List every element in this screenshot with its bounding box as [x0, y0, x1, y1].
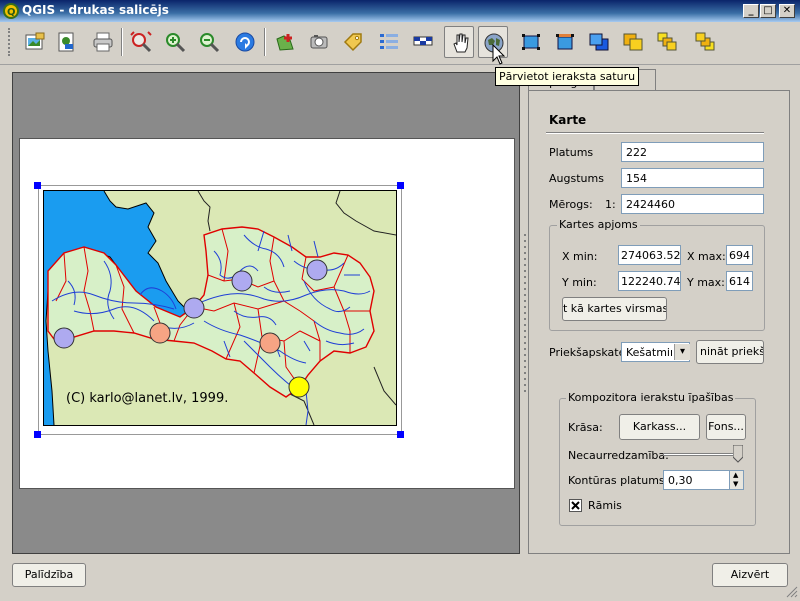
map-item[interactable]: (C) karlo@lanet.lv, 1999. — [43, 190, 397, 426]
frame-color-button[interactable]: Karkass... — [619, 414, 700, 440]
panel-heading: Karte — [549, 113, 587, 127]
raise-button[interactable] — [584, 26, 614, 58]
toolbar-grip[interactable] — [8, 28, 14, 56]
select-move-button[interactable] — [444, 26, 474, 58]
scale-label: Mērogs: — [549, 198, 593, 211]
map-symbol — [306, 259, 328, 281]
opacity-label: Necaurredzamība: — [568, 449, 669, 462]
map-symbol — [259, 332, 281, 354]
ymin-field[interactable]: 122240.740 — [618, 271, 681, 291]
spin-down-icon[interactable]: ▼ — [733, 480, 738, 488]
outline-width-field[interactable]: 0,30 — [663, 470, 730, 490]
map-symbol — [53, 327, 75, 349]
add-scalebar-button[interactable] — [408, 26, 438, 58]
chevron-down-icon[interactable]: ▾ — [674, 344, 690, 360]
xmin-field[interactable]: 274063.525 — [618, 245, 681, 265]
frame-checkbox[interactable] — [569, 499, 582, 512]
selection-handle[interactable] — [34, 182, 41, 189]
outline-width-label: Kontūras platums — [568, 474, 665, 487]
preview-select[interactable]: Kešatmiņ ▾ — [621, 342, 690, 362]
map-symbol — [288, 376, 310, 398]
xmax-field[interactable]: 694 — [726, 245, 753, 265]
lower-button[interactable] — [618, 26, 648, 58]
scale-prefix: 1: — [605, 198, 616, 211]
title-bar: Q QGIS - drukas salicējs _ □ ✕ — [0, 0, 800, 22]
latvia-map — [44, 191, 396, 425]
map-symbol — [183, 297, 205, 319]
selection-handle[interactable] — [34, 431, 41, 438]
export-image-button[interactable] — [20, 26, 50, 58]
height-field[interactable]: 154 — [621, 168, 764, 188]
add-map-button[interactable] — [270, 26, 300, 58]
move-bottom-button[interactable] — [690, 26, 720, 58]
selection-handle[interactable] — [397, 182, 404, 189]
spin-up-icon[interactable]: ▲ — [733, 471, 738, 479]
add-image-button[interactable] — [304, 26, 334, 58]
maximize-button[interactable]: □ — [760, 4, 776, 18]
panel-splitter[interactable] — [523, 74, 527, 554]
zoom-in-button[interactable] — [160, 26, 190, 58]
xmax-label: X max: — [687, 250, 726, 263]
background-color-button[interactable]: Fons... — [706, 414, 746, 440]
group-button[interactable] — [516, 26, 546, 58]
map-copyright-label: (C) karlo@lanet.lv, 1999. — [66, 391, 229, 406]
map-symbol — [231, 270, 253, 292]
add-label-button[interactable] — [338, 26, 368, 58]
heading-divider — [546, 132, 764, 134]
zoom-full-button[interactable] — [126, 26, 156, 58]
width-field[interactable]: 222 — [621, 142, 764, 162]
refresh-button[interactable] — [230, 26, 260, 58]
selection-handle[interactable] — [397, 431, 404, 438]
frame-checkbox-label: Rāmis — [588, 499, 622, 512]
minimize-button[interactable]: _ — [743, 4, 759, 18]
checkmark-icon — [571, 501, 580, 510]
opacity-slider-track[interactable] — [663, 453, 743, 456]
toolbar-separator — [264, 28, 266, 56]
width-label: Platums — [549, 146, 594, 159]
scale-field[interactable]: 2424460 — [621, 194, 764, 214]
ungroup-button[interactable] — [550, 26, 580, 58]
height-label: Augstums — [549, 172, 604, 185]
map-symbol — [149, 322, 171, 344]
extent-group-title: Kartes apjoms — [557, 218, 640, 231]
update-preview-button[interactable]: nināt priekšap — [696, 340, 764, 364]
export-svg-button[interactable] — [52, 26, 82, 58]
svg-text:Q: Q — [7, 7, 16, 18]
toolbar — [0, 22, 800, 65]
qgis-logo-icon: Q — [3, 3, 19, 19]
opacity-slider-handle[interactable] — [732, 444, 744, 463]
tooltip: Pārvietot ieraksta saturu — [495, 67, 640, 86]
preview-select-value: Kešatmiņ — [626, 346, 672, 359]
xmin-label: X min: — [562, 250, 598, 263]
preview-label: Priekšapskate — [549, 346, 626, 359]
move-top-button[interactable] — [652, 26, 682, 58]
mouse-cursor-icon — [492, 43, 506, 66]
close-button[interactable]: ✕ — [779, 4, 795, 18]
add-legend-button[interactable] — [374, 26, 404, 58]
color-label: Krāsa: — [568, 421, 603, 434]
item-properties-group-title: Kompozitora ierakstu īpašības — [566, 391, 736, 404]
outline-width-spinner[interactable]: ▲ ▼ — [729, 470, 744, 490]
help-button[interactable]: Palīdzība — [12, 563, 86, 587]
resize-grip-icon[interactable] — [784, 584, 798, 598]
zoom-out-button[interactable] — [194, 26, 224, 58]
ymax-field[interactable]: 614 — [726, 271, 753, 291]
window-title: QGIS - drukas salicējs — [22, 3, 169, 17]
ymin-label: Y min: — [562, 276, 597, 289]
close-dialog-button[interactable]: Aizvērt — [712, 563, 788, 587]
print-button[interactable] — [88, 26, 118, 58]
ymax-label: Y max: — [687, 276, 725, 289]
toolbar-separator — [121, 28, 123, 56]
set-extent-button[interactable]: t kā kartes virsmas a — [562, 297, 667, 321]
